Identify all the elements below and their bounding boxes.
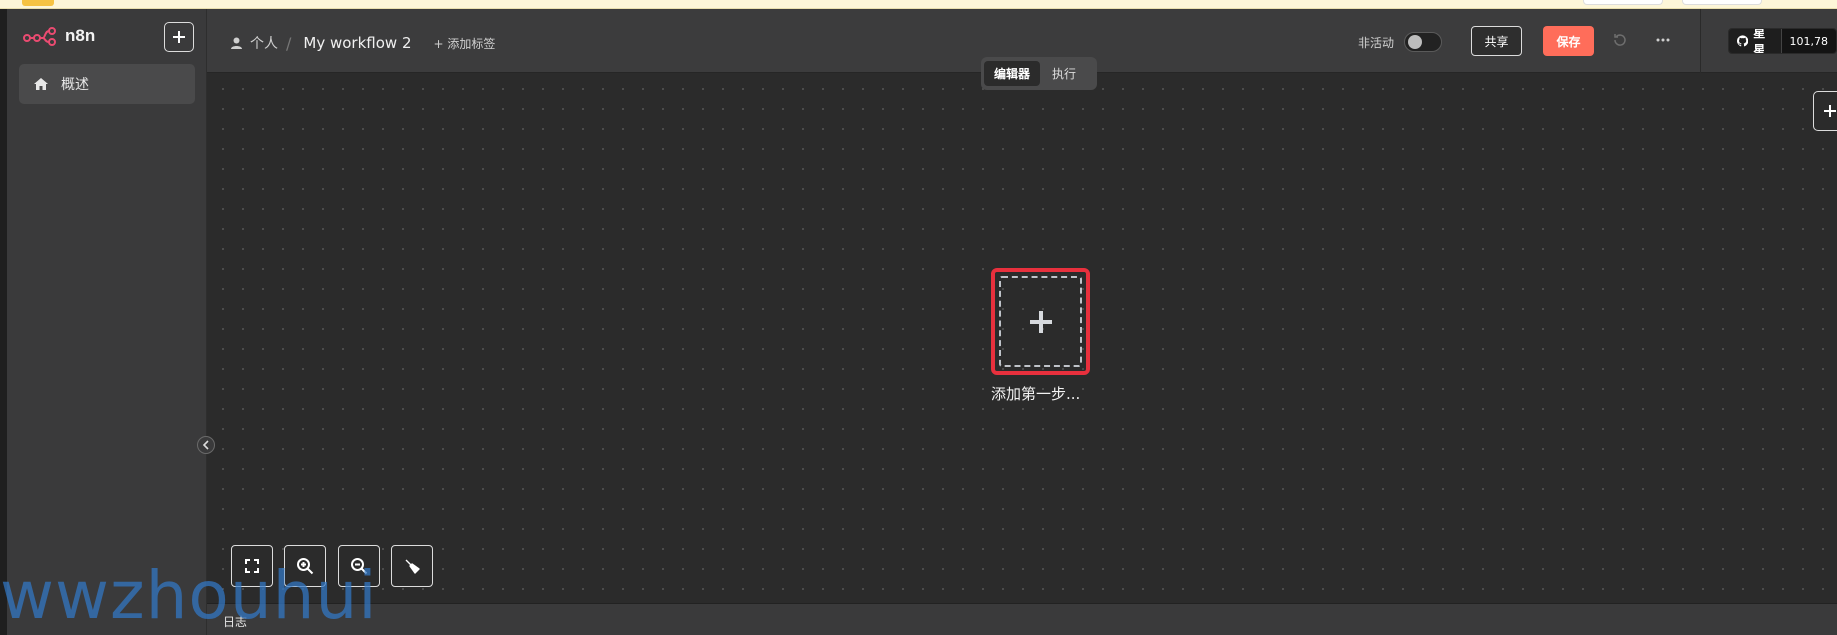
more-options-button[interactable] <box>1655 32 1671 52</box>
tab-editor[interactable]: 编辑器 <box>984 61 1041 86</box>
tidy-up-button[interactable] <box>391 545 433 587</box>
user-icon <box>231 37 242 49</box>
create-button[interactable] <box>164 22 194 52</box>
active-toggle[interactable] <box>1404 32 1443 52</box>
breadcrumb-separator: / <box>286 33 292 53</box>
github-icon <box>1737 35 1749 47</box>
browser-tab-indicator <box>22 0 54 6</box>
brand-name: n8n <box>65 26 96 45</box>
workflow-name[interactable]: My workflow 2 <box>303 34 411 52</box>
top-strip-button <box>1682 0 1762 5</box>
add-first-step-button[interactable] <box>991 268 1090 375</box>
broom-icon <box>405 559 420 574</box>
n8n-logo-icon <box>23 27 56 46</box>
sidebar-item-overview[interactable]: 概述 <box>19 64 195 104</box>
header-divider <box>1700 9 1701 73</box>
breadcrumb-owner[interactable]: 个人 <box>250 33 278 53</box>
zoom-out-icon <box>351 558 368 575</box>
add-first-step-label: 添加第一步... <box>991 385 1081 403</box>
toggle-knob <box>1408 35 1423 49</box>
browser-top-strip <box>0 0 1837 9</box>
collapse-sidebar-button[interactable] <box>197 436 215 454</box>
top-strip-button <box>1583 0 1663 5</box>
github-star-label-box: 星星 <box>1729 29 1781 53</box>
github-star-label: 星星 <box>1753 28 1766 54</box>
history-button[interactable] <box>1612 32 1628 52</box>
save-button[interactable]: 保存 <box>1543 26 1594 56</box>
history-icon <box>1614 34 1626 46</box>
log-label: 日志 <box>223 615 248 629</box>
home-icon <box>34 78 48 90</box>
breadcrumb: 个人 / My workflow 2 + 添加标签 <box>231 33 495 53</box>
fit-view-button[interactable] <box>231 545 273 587</box>
plus-icon <box>173 31 185 43</box>
open-nodes-panel-button[interactable] <box>1813 91 1837 131</box>
active-toggle-group: 非活动 <box>1358 32 1443 52</box>
zoom-in-button[interactable] <box>284 545 326 587</box>
zoom-out-button[interactable] <box>338 545 380 587</box>
tab-executions[interactable]: 执行 <box>1042 61 1086 86</box>
add-tag-link[interactable]: + 添加标签 <box>433 35 495 52</box>
plus-icon <box>1029 310 1052 333</box>
window-edge <box>0 9 7 635</box>
mode-tabs: 编辑器 执行 <box>981 57 1097 90</box>
chevron-left-icon <box>202 440 209 450</box>
inactive-label: 非活动 <box>1358 35 1395 50</box>
add-first-step-placeholder <box>999 276 1082 367</box>
zoom-in-icon <box>297 558 314 575</box>
github-star-count: 101,78 <box>1780 29 1836 53</box>
sidebar: n8n 概述 <box>7 9 207 635</box>
sidebar-item-label: 概述 <box>61 77 89 93</box>
plus-icon <box>1824 105 1836 117</box>
log-panel-bar[interactable]: 日志 <box>207 603 1837 635</box>
share-button[interactable]: 共享 <box>1471 26 1522 56</box>
fit-view-icon <box>245 559 259 573</box>
more-horizontal-icon <box>1656 38 1670 42</box>
logo[interactable]: n8n <box>23 26 95 46</box>
github-star-button[interactable]: 星星 101,78 <box>1728 28 1837 54</box>
